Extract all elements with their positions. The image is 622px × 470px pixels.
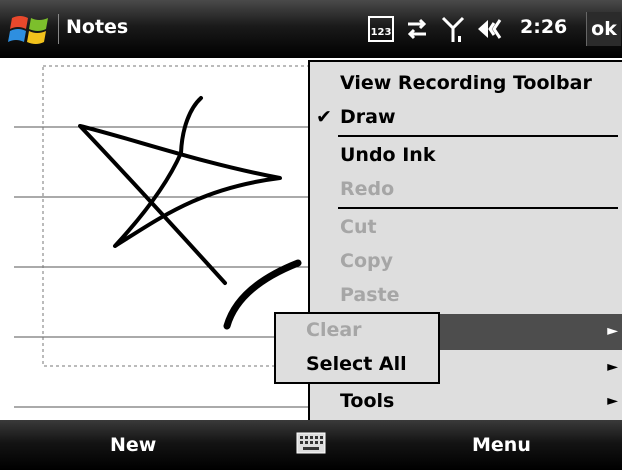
menu-item-redo[interactable]: Redo bbox=[310, 172, 622, 208]
submenu-arrow-icon: ► bbox=[607, 393, 618, 409]
menu-item-cut[interactable]: Cut bbox=[310, 210, 622, 246]
star-stroke bbox=[78, 96, 282, 285]
submenu-arrow-icon: ► bbox=[607, 359, 618, 375]
menu-item-tools[interactable]: Tools ► bbox=[310, 384, 622, 420]
volume-icon[interactable] bbox=[476, 14, 510, 44]
keyboard-icon[interactable] bbox=[296, 432, 326, 454]
submenu-item-select-all[interactable]: Select All bbox=[276, 348, 438, 382]
checkmark-icon: ✔ bbox=[316, 106, 332, 128]
connectivity-icon[interactable] bbox=[404, 14, 430, 44]
submenu-item-clear[interactable]: Clear bbox=[276, 314, 438, 348]
menu-item-paste[interactable]: Paste bbox=[310, 278, 622, 314]
input-mode-icon[interactable]: 123 bbox=[368, 14, 394, 44]
title-bar: Notes 123 2:26 ok bbox=[0, 0, 622, 58]
menu-item-view-recording-toolbar[interactable]: View Recording Toolbar bbox=[310, 66, 622, 102]
menu-softkey[interactable]: Menu bbox=[472, 434, 531, 456]
submenu-arrow-icon: ► bbox=[607, 323, 618, 339]
menu-item-draw[interactable]: ✔ Draw bbox=[310, 100, 622, 136]
ink-strokes bbox=[78, 96, 302, 330]
input-mode-label: 123 bbox=[371, 27, 392, 38]
app-title: Notes bbox=[66, 16, 129, 38]
menu-item-copy[interactable]: Copy bbox=[310, 244, 622, 280]
menu-separator bbox=[338, 207, 618, 209]
ok-button[interactable]: ok bbox=[586, 12, 621, 46]
windows-start-icon[interactable] bbox=[8, 12, 54, 48]
softkey-bar: New Menu bbox=[0, 420, 622, 470]
title-separator bbox=[58, 14, 59, 44]
menu-item-undo-ink[interactable]: Undo Ink bbox=[310, 138, 622, 174]
clock[interactable]: 2:26 bbox=[520, 16, 567, 38]
menu-separator bbox=[338, 135, 618, 137]
new-softkey[interactable]: New bbox=[110, 434, 156, 456]
submenu: Clear Select All bbox=[274, 312, 440, 384]
signal-icon[interactable] bbox=[440, 14, 466, 44]
